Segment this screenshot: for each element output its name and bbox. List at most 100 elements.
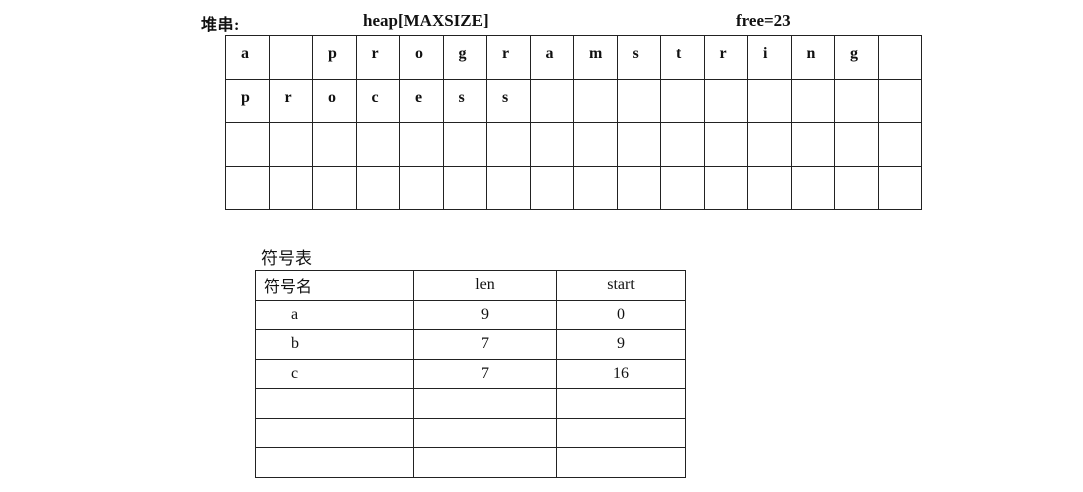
- heap-cell: g: [835, 36, 879, 80]
- heap-cell: [574, 123, 618, 167]
- heap-cell: i: [748, 36, 792, 80]
- heap-cell: [704, 123, 748, 167]
- heap-cell: [878, 36, 922, 80]
- symbol-name-cell: a: [255, 299, 414, 330]
- heap-cell: [661, 166, 705, 210]
- heap-cell: [791, 123, 835, 167]
- heap-cell: a: [530, 36, 574, 80]
- heap-cell-char: s: [502, 88, 509, 106]
- heap-cell: r: [356, 36, 400, 80]
- heap-cell: [617, 79, 661, 123]
- symbol-table-title: 符号表: [261, 249, 312, 268]
- start-cell: 9: [556, 329, 686, 360]
- start-cell: [556, 388, 686, 419]
- heap-cell-char: a: [545, 45, 554, 62]
- heap-cell: [574, 166, 618, 210]
- heap-cell: [835, 123, 879, 167]
- header-start: start: [556, 270, 686, 301]
- heap-cell-char: g: [850, 45, 858, 62]
- heap-cell: t: [661, 36, 705, 80]
- heap-cell: [487, 123, 531, 167]
- len-cell: 9: [413, 299, 557, 330]
- table-row: [255, 388, 686, 419]
- heap-cell: [617, 166, 661, 210]
- symbol-name-cell: b: [255, 329, 414, 360]
- heap-cell: [835, 166, 879, 210]
- heap-cell-char: o: [415, 45, 423, 62]
- heap-cell: [878, 166, 922, 210]
- heap-grid: a p r o g r a m s t r i n g p r o c e s s: [225, 35, 922, 210]
- heap-cell: g: [443, 36, 487, 80]
- heap-cell-char: p: [328, 45, 337, 62]
- heap-cell-char: s: [458, 88, 465, 106]
- heap-cell: o: [313, 79, 357, 123]
- heap-cell-char: n: [806, 45, 816, 62]
- heap-cell: [661, 79, 705, 123]
- len-cell: [413, 417, 557, 448]
- len-cell: [413, 388, 557, 419]
- heap-cell: a: [226, 36, 270, 80]
- table-row: a90: [255, 299, 686, 330]
- heap-cell: [878, 79, 922, 123]
- heap-cell: [487, 166, 531, 210]
- heap-cell-char: o: [328, 88, 336, 106]
- table-row: [255, 447, 686, 478]
- heap-cell: m: [574, 36, 618, 80]
- heap-cell: c: [356, 79, 400, 123]
- symbol-table-header-row: 符号名 len start: [255, 270, 686, 301]
- table-row: [255, 417, 686, 448]
- heap-cell: [356, 123, 400, 167]
- symbol-name-cell: c: [255, 358, 414, 389]
- start-cell: [556, 447, 686, 478]
- table-row: b79: [255, 329, 686, 360]
- heap-cell: e: [400, 79, 444, 123]
- heap-cell: [704, 79, 748, 123]
- heap-cell-char: r: [284, 88, 292, 106]
- heap-cell: [748, 79, 792, 123]
- heap-cell: [400, 123, 444, 167]
- heap-cell: s: [443, 79, 487, 123]
- heap-cell: [574, 79, 618, 123]
- heap-cell-char: a: [241, 45, 249, 62]
- heap-cell: [530, 166, 574, 210]
- heap-cell-char: e: [415, 88, 423, 106]
- heap-array-name: heap[MAXSIZE]: [363, 11, 489, 30]
- symbol-name-cell: [255, 447, 414, 478]
- heap-cell-char: r: [719, 45, 727, 62]
- heap-cell: [617, 123, 661, 167]
- heap-cell: p: [226, 79, 270, 123]
- heap-cell: n: [791, 36, 835, 80]
- heap-cell: [313, 123, 357, 167]
- heap-cell-char: c: [371, 88, 379, 106]
- heap-cell-char: r: [371, 45, 379, 62]
- heap-cell: r: [704, 36, 748, 80]
- heap-cell: [748, 166, 792, 210]
- heap-cell: [530, 79, 574, 123]
- heap-cell: [226, 123, 270, 167]
- symbol-table-body: a 9 0 b 7 9 c 7 16: [255, 299, 686, 478]
- header-symbol-name: 符号名: [255, 270, 414, 301]
- heap-cell: [313, 166, 357, 210]
- heap-cell-char: t: [676, 45, 682, 62]
- heap-cell-char: m: [589, 45, 603, 62]
- heap-cell: s: [617, 36, 661, 80]
- heap-cell-char: g: [458, 45, 467, 62]
- heap-cell: [835, 79, 879, 123]
- heap-label: 堆串:: [201, 17, 240, 34]
- heap-cell: [226, 166, 270, 210]
- heap-cell: o: [400, 36, 444, 80]
- heap-cell-char: s: [632, 45, 639, 62]
- len-cell: 7: [413, 329, 557, 360]
- heap-cell: [791, 166, 835, 210]
- heap-cell: r: [487, 36, 531, 80]
- start-cell: [556, 417, 686, 448]
- heap-cell: [661, 123, 705, 167]
- heap-cell: [530, 123, 574, 167]
- heap-cell: [878, 123, 922, 167]
- heap-cell: s: [487, 79, 531, 123]
- start-cell: 0: [556, 299, 686, 330]
- heap-cell: r: [269, 79, 313, 123]
- heap-cell: [356, 166, 400, 210]
- heap-cell: [269, 166, 313, 210]
- heap-cell: [704, 166, 748, 210]
